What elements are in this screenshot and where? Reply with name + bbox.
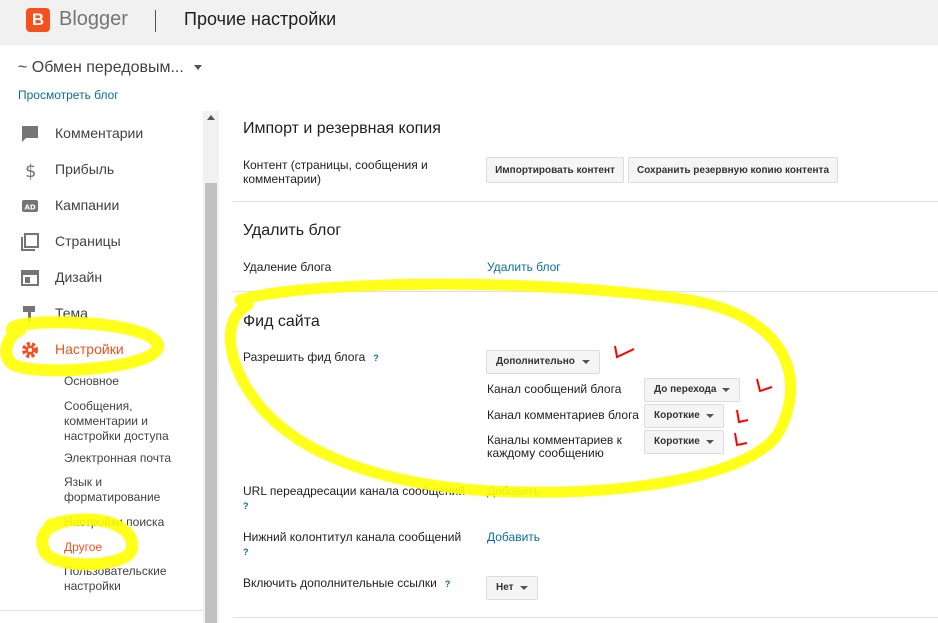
top-bar: B Blogger Прочие настройки — [0, 0, 938, 45]
import-content-button[interactable]: Импортировать контент — [486, 157, 624, 183]
delete-blog-label: Удаление блога — [243, 260, 332, 274]
feed-footer-label: Нижний колонтитул канала сообщений? — [243, 530, 462, 557]
comment-feed-select[interactable]: Короткие — [644, 404, 724, 428]
help-icon[interactable]: ? — [445, 579, 451, 589]
chevron-down-icon — [706, 440, 714, 444]
subnav-basic[interactable]: Основное — [64, 374, 119, 389]
section-divider — [233, 617, 938, 618]
redirect-url-label: URL переадресации канала сообщений? — [243, 484, 466, 511]
help-icon[interactable]: ? — [243, 501, 249, 511]
extra-links-select[interactable]: Нет — [486, 576, 538, 600]
chevron-down-icon — [193, 65, 202, 71]
svg-text:$: $ — [25, 161, 36, 180]
scrollbar-thumb[interactable] — [205, 183, 217, 623]
sidebar-scrollbar[interactable] — [203, 111, 219, 623]
extra-links-label: Включить дополнительные ссылки? — [243, 576, 451, 590]
blogger-logo-icon[interactable]: B — [26, 8, 50, 32]
section-title-delete: Удалить блог — [243, 222, 342, 239]
comment-icon — [22, 126, 38, 142]
chevron-down-icon — [722, 388, 730, 392]
chevron-down-icon — [706, 414, 714, 418]
subnav-search[interactable]: Настройки поиска — [64, 515, 164, 530]
subnav-language[interactable]: Язык и форматирование — [64, 475, 184, 505]
blog-selector[interactable]: ~ Обмен передовым... — [18, 59, 202, 77]
brand-name: Blogger — [59, 8, 128, 30]
post-feed-select[interactable]: До перехода — [644, 378, 740, 402]
layout-icon — [21, 270, 39, 286]
dollar-icon: $ — [25, 161, 36, 180]
scroll-up-icon[interactable] — [207, 115, 215, 120]
check-mark — [736, 409, 749, 424]
delete-blog-link[interactable]: Удалить блог — [487, 260, 561, 274]
allow-feed-select[interactable]: Дополнительно — [486, 350, 600, 374]
chevron-down-icon — [582, 360, 590, 364]
subnav-posts-comments[interactable]: Сообщения, комментарии и настройки досту… — [64, 399, 194, 444]
subnav-user-settings[interactable]: Пользовательские настройки — [64, 564, 184, 594]
subnav-email[interactable]: Электронная почта — [64, 451, 171, 466]
page-title: Прочие настройки — [184, 9, 337, 29]
gear-icon — [22, 342, 38, 358]
check-mark — [756, 378, 773, 393]
header-divider — [155, 10, 156, 32]
sidebar-divider — [0, 610, 203, 611]
redirect-add-link[interactable]: Добавить — [487, 484, 540, 498]
paint-roller-icon — [23, 306, 35, 322]
feed-footer-add-link[interactable]: Добавить — [487, 530, 540, 544]
help-icon[interactable]: ? — [373, 353, 379, 363]
pages-icon — [21, 233, 39, 251]
check-mark — [734, 432, 748, 447]
view-blog-link[interactable]: Просмотреть блог — [18, 88, 119, 102]
allow-feed-label: Разрешить фид блога? — [243, 350, 379, 364]
backup-content-button[interactable]: Сохранить резервную копию контента — [628, 157, 838, 183]
check-mark — [614, 345, 635, 359]
section-title-feed: Фид сайта — [243, 313, 320, 330]
content-label: Контент (страницы, сообщения и комментар… — [243, 158, 428, 186]
per-post-feed-select[interactable]: Короткие — [644, 430, 724, 454]
svg-text:AD: AD — [25, 204, 36, 212]
ad-icon: AD — [22, 200, 38, 212]
help-icon[interactable]: ? — [243, 547, 249, 557]
section-title-import: Импорт и резервная копия — [243, 120, 441, 137]
per-post-feed-label: Каналы комментариев к каждому сообщению — [487, 433, 622, 460]
post-feed-label: Канал сообщений блога — [487, 382, 622, 396]
chevron-down-icon — [520, 586, 528, 590]
section-divider — [233, 291, 938, 292]
section-divider — [233, 201, 938, 202]
subnav-other[interactable]: Другое — [64, 540, 102, 555]
comment-feed-label: Канал комментариев блога — [487, 408, 639, 422]
